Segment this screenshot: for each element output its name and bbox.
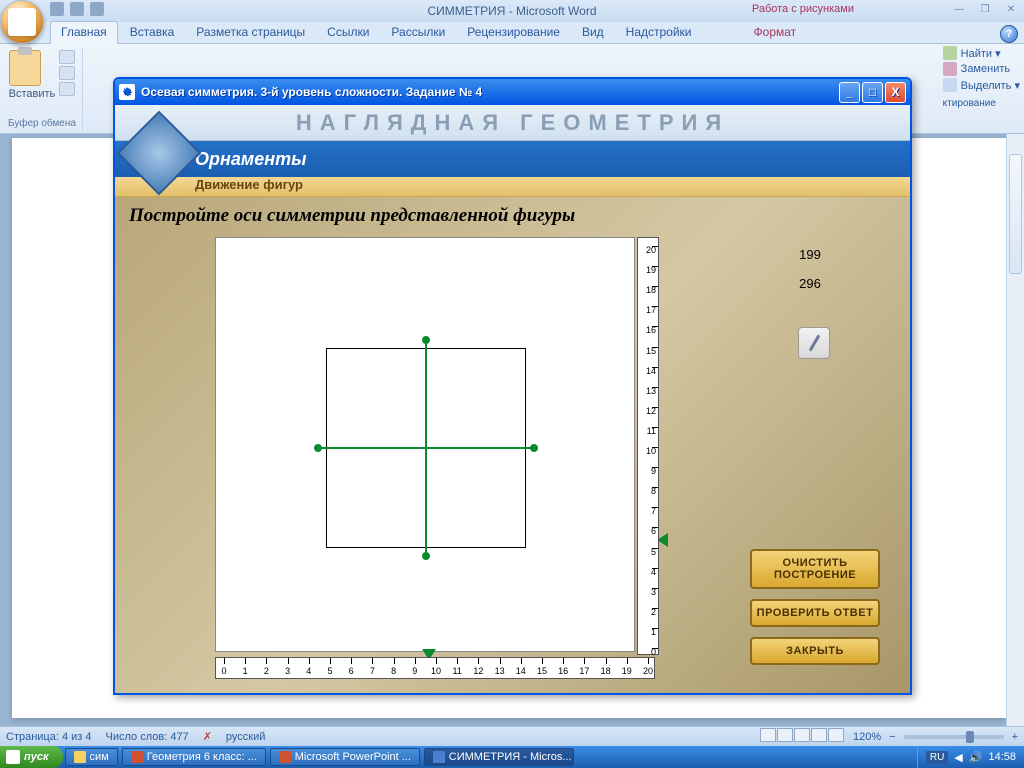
tab-format[interactable]: Формат xyxy=(744,22,807,43)
tab-pagelayout[interactable]: Разметка страницы xyxy=(186,22,315,43)
editing-group-label: ктирование xyxy=(943,98,1020,109)
view-print-icon[interactable] xyxy=(760,728,776,742)
maximize-icon[interactable]: ❐ xyxy=(972,0,998,18)
cut-icon[interactable] xyxy=(59,50,75,64)
zoom-out-icon[interactable]: − xyxy=(889,731,895,743)
redo-icon[interactable] xyxy=(90,2,104,16)
status-page[interactable]: Страница: 4 из 4 xyxy=(6,731,92,743)
word-icon xyxy=(433,751,445,763)
status-bar: Страница: 4 из 4 Число слов: 477 ✗ русск… xyxy=(0,726,1024,746)
tab-mailings[interactable]: Рассылки xyxy=(381,22,455,43)
geometry-app-window: ❋ Осевая симметрия. 3-й уровень сложност… xyxy=(113,77,912,695)
symmetry-axis-horizontal[interactable] xyxy=(318,447,534,449)
start-button[interactable]: пуск xyxy=(0,746,63,768)
app-close-icon[interactable]: X xyxy=(885,82,906,103)
tab-view[interactable]: Вид xyxy=(572,22,614,43)
paste-label[interactable]: Вставить xyxy=(9,88,56,100)
select-button[interactable]: Выделить ▾ xyxy=(943,78,1020,92)
clipboard-group-label: Буфер обмена xyxy=(8,118,76,129)
replace-icon xyxy=(943,62,957,76)
taskbar-item[interactable]: Microsoft PowerPoint ... xyxy=(270,748,420,766)
save-icon[interactable] xyxy=(50,2,64,16)
find-icon xyxy=(943,46,957,60)
contextual-tab-label: Работа с рисунками xyxy=(752,3,854,15)
coord-y: 296 xyxy=(780,276,840,291)
tab-references[interactable]: Ссылки xyxy=(317,22,379,43)
replace-button[interactable]: Заменить xyxy=(943,62,1020,76)
status-words[interactable]: Число слов: 477 xyxy=(106,731,189,743)
paste-icon[interactable] xyxy=(9,50,41,86)
app-icon: ❋ xyxy=(119,84,135,100)
word-window-controls: — ❐ ✕ xyxy=(946,0,1024,18)
app-maximize-icon[interactable]: □ xyxy=(862,82,883,103)
word-titlebar: СИММЕТРИЯ - Microsoft Word xyxy=(0,0,1024,22)
zoom-slider[interactable] xyxy=(904,735,1004,739)
view-outline-icon[interactable] xyxy=(811,728,827,742)
app-body: Постройте оси симметрии представленной ф… xyxy=(115,197,910,695)
app-banner: НАГЛЯДНАЯ ГЕОМЕТРИЯ xyxy=(115,105,910,141)
app-minimize-icon[interactable]: _ xyxy=(839,82,860,103)
app-section-bar: Орнаменты xyxy=(115,141,910,177)
folder-icon xyxy=(74,751,86,763)
taskbar-item[interactable]: Геометрия 6 класс: ... xyxy=(122,748,266,766)
tray-icon[interactable]: ◀ xyxy=(954,751,962,764)
check-button[interactable]: ПРОВЕРИТЬ ОТВЕТ xyxy=(750,599,880,627)
app-titlebar[interactable]: ❋ Осевая симметрия. 3-й уровень сложност… xyxy=(115,79,910,105)
zoom-in-icon[interactable]: + xyxy=(1012,731,1018,743)
view-draft-icon[interactable] xyxy=(828,728,844,742)
task-prompt: Постройте оси симметрии представленной ф… xyxy=(129,205,896,227)
select-icon xyxy=(943,78,957,92)
word-title: СИММЕТРИЯ - Microsoft Word xyxy=(4,4,1020,18)
app-title: Осевая симметрия. 3-й уровень сложности.… xyxy=(141,85,482,99)
editing-group: Найти ▾ Заменить Выделить ▾ ктирование xyxy=(943,46,1020,109)
ribbon-tabs: Главная Вставка Разметка страницы Ссылки… xyxy=(0,22,1024,44)
tab-home[interactable]: Главная xyxy=(50,21,118,44)
format-painter-icon[interactable] xyxy=(59,82,75,96)
coord-x: 199 xyxy=(780,247,840,262)
view-buttons xyxy=(760,728,845,745)
scrollbar-thumb[interactable] xyxy=(1009,154,1022,274)
app-section: Орнаменты xyxy=(195,149,306,170)
proofing-icon[interactable]: ✗ xyxy=(203,730,212,743)
canvas-container: 01234567891011121314151617181920 0123456… xyxy=(215,237,655,677)
tab-addins[interactable]: Надстройки xyxy=(616,22,702,43)
office-button[interactable] xyxy=(0,0,44,44)
zoom-level[interactable]: 120% xyxy=(853,731,881,743)
taskbar-item[interactable]: СИММЕТРИЯ - Micros... xyxy=(424,748,574,766)
tray-icon[interactable]: 🔊 xyxy=(969,751,983,764)
copy-icon[interactable] xyxy=(59,66,75,80)
quick-access-toolbar xyxy=(50,2,104,16)
system-tray: RU ◀ 🔊 14:58 xyxy=(917,746,1024,768)
ruler-horizontal[interactable]: 01234567891011121314151617181920 xyxy=(215,657,655,679)
tab-insert[interactable]: Вставка xyxy=(120,22,185,43)
find-button[interactable]: Найти ▾ xyxy=(943,46,1020,60)
clipboard-group: Вставить Буфер обмена xyxy=(2,48,83,131)
language-indicator[interactable]: RU xyxy=(926,751,948,764)
pen-tool-button[interactable] xyxy=(798,327,830,359)
view-reading-icon[interactable] xyxy=(777,728,793,742)
app-subsection: Движение фигур xyxy=(115,177,910,197)
ppt-icon xyxy=(279,751,291,763)
vertical-scrollbar[interactable] xyxy=(1006,134,1024,726)
undo-icon[interactable] xyxy=(70,2,84,16)
clock[interactable]: 14:58 xyxy=(988,751,1016,763)
taskbar-item[interactable]: сим xyxy=(65,748,118,766)
action-buttons: ОЧИСТИТЬ ПОСТРОЕНИЕ ПРОВЕРИТЬ ОТВЕТ ЗАКР… xyxy=(750,549,880,665)
help-icon[interactable]: ? xyxy=(1000,25,1018,43)
close-icon[interactable]: ✕ xyxy=(998,0,1024,18)
minimize-icon[interactable]: — xyxy=(946,0,972,18)
drawing-canvas[interactable] xyxy=(215,237,635,652)
ruler-vertical[interactable]: 01234567891011121314151617181920 xyxy=(637,237,659,655)
clear-button[interactable]: ОЧИСТИТЬ ПОСТРОЕНИЕ xyxy=(750,549,880,589)
close-button[interactable]: ЗАКРЫТЬ xyxy=(750,637,880,665)
tab-review[interactable]: Рецензирование xyxy=(457,22,570,43)
view-web-icon[interactable] xyxy=(794,728,810,742)
ppt-icon xyxy=(131,751,143,763)
taskbar: пуск сим Геометрия 6 класс: ... Microsof… xyxy=(0,746,1024,768)
coordinate-readout: 199 296 xyxy=(780,247,840,305)
status-language[interactable]: русский xyxy=(226,731,265,743)
